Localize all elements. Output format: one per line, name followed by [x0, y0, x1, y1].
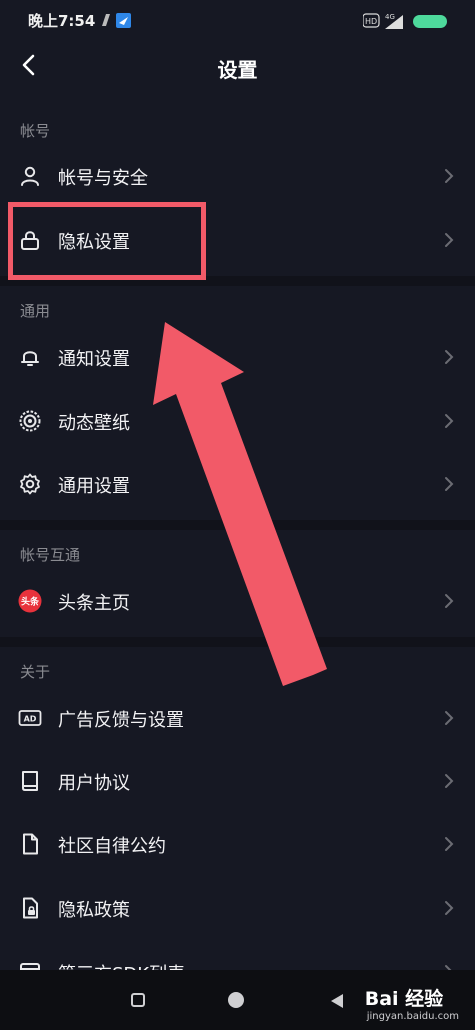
watermark-title: Bai 经验: [364, 988, 444, 1010]
baidu-jingyan-watermark: Bai 经验 jingyan.baidu.com: [365, 984, 459, 1022]
system-nav-bar: Bai 经验 jingyan.baidu.com: [0, 970, 475, 1030]
home-button[interactable]: [228, 992, 244, 1008]
red-arrow-annotation: [153, 322, 327, 686]
system-back-button[interactable]: [328, 992, 346, 1010]
watermark-url: jingyan.baidu.com: [366, 1011, 459, 1022]
recent-apps-button[interactable]: [131, 993, 145, 1007]
